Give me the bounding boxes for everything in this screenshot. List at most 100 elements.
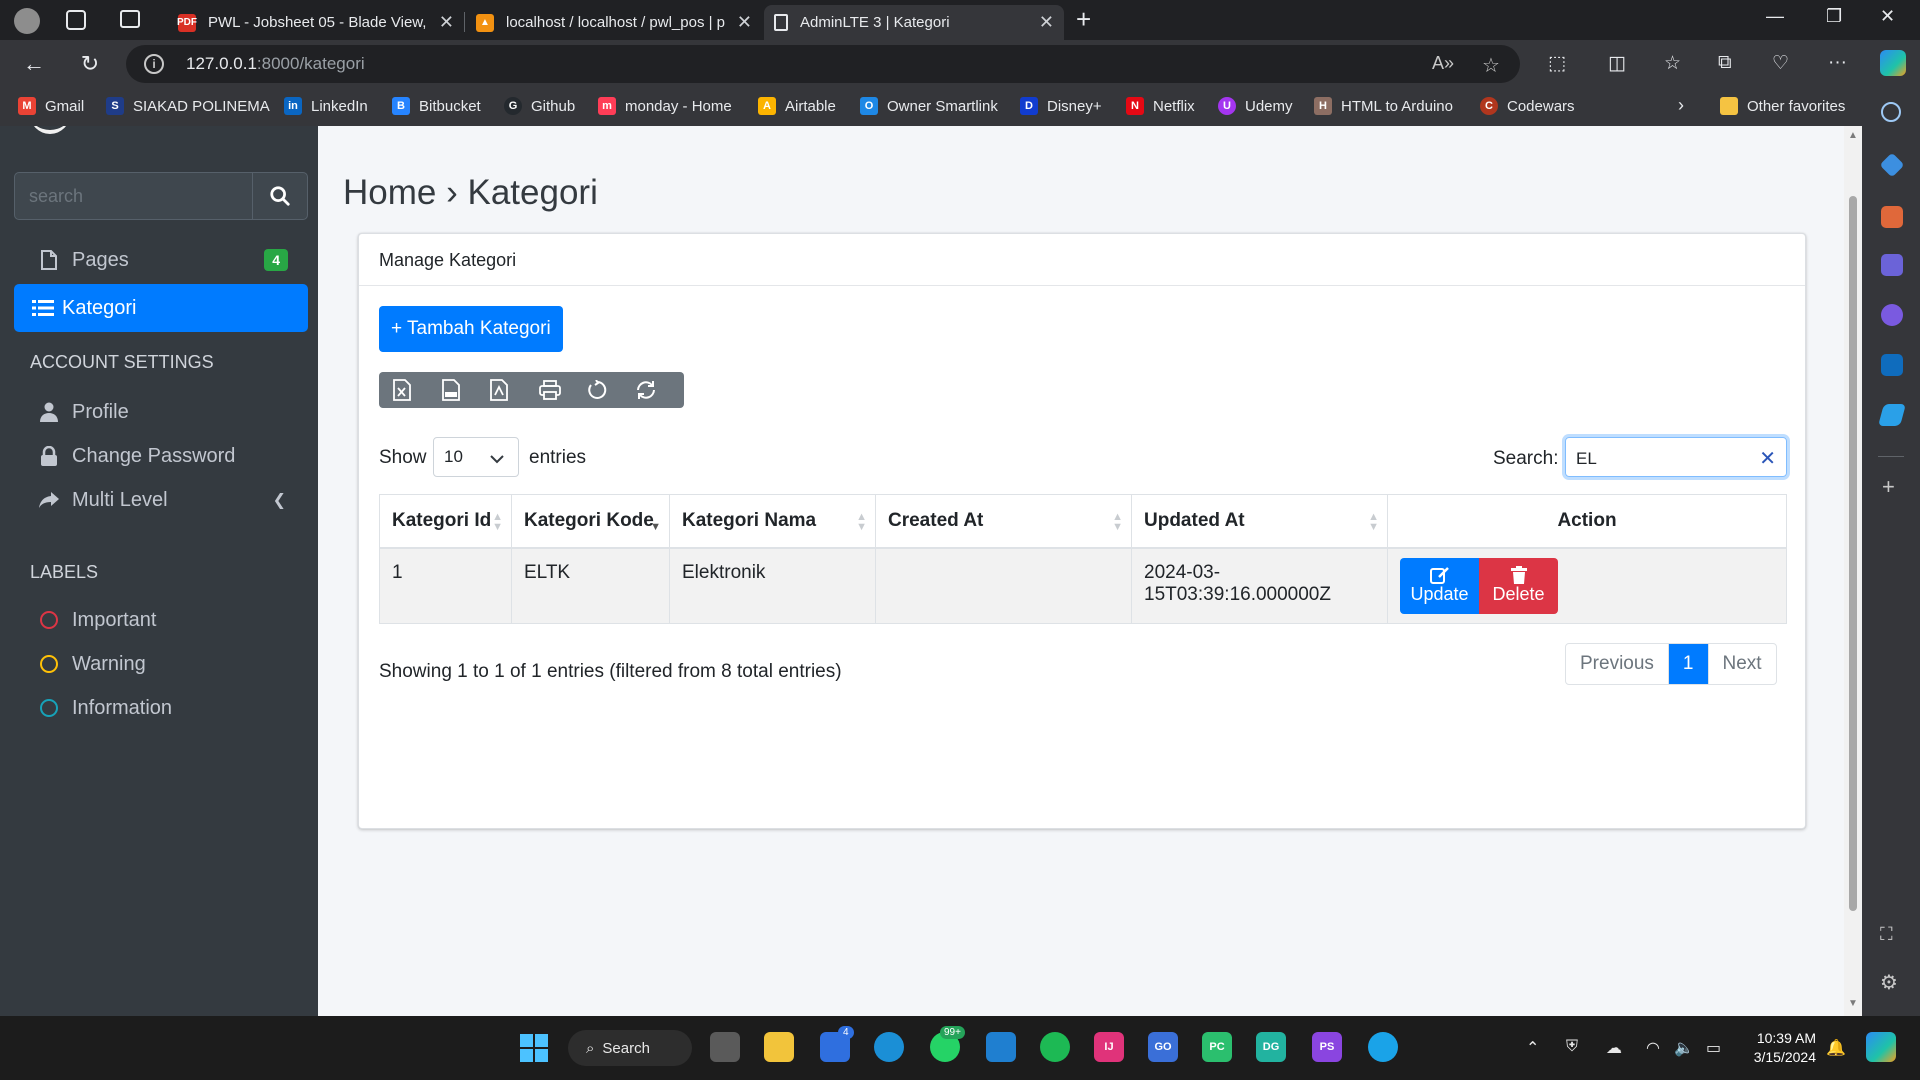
page-length-select[interactable]: 10 — [433, 437, 519, 477]
tools-icon[interactable] — [1881, 206, 1903, 228]
page-scrollbar[interactable]: ▲ ▼ — [1844, 126, 1862, 1016]
collections-icon[interactable]: ⧉ — [1718, 52, 1732, 74]
games-icon[interactable] — [1881, 254, 1903, 276]
volume-icon[interactable]: 🔈 — [1674, 1038, 1694, 1058]
add-sidebar-app-icon[interactable]: + — [1882, 474, 1895, 500]
update-button[interactable]: Update — [1400, 557, 1479, 614]
bookmark-disney[interactable]: D Disney+ — [1020, 97, 1102, 115]
favorites-icon[interactable]: ☆ — [1664, 52, 1681, 75]
sidebar-item-profile[interactable]: Profile — [14, 388, 308, 436]
settings-gear-icon[interactable]: ⚙ — [1880, 970, 1898, 995]
clear-search-icon[interactable]: ✕ — [1759, 446, 1776, 471]
reload-button[interactable] — [636, 380, 685, 400]
pagination-next[interactable]: Next — [1707, 644, 1776, 684]
scrollbar-thumb[interactable] — [1849, 196, 1857, 911]
scroll-up-arrow-icon[interactable]: ▲ — [1848, 130, 1858, 141]
app-icon[interactable] — [1368, 1032, 1398, 1062]
reset-button[interactable] — [587, 380, 636, 400]
add-kategori-button[interactable]: + Tambah Kategori — [379, 306, 563, 352]
intellij-icon[interactable]: IJ — [1094, 1032, 1124, 1062]
bookmark-bitbucket[interactable]: B Bitbucket — [392, 97, 481, 115]
pdf-export-button[interactable] — [490, 379, 539, 401]
phpstorm-icon[interactable]: PS — [1312, 1032, 1342, 1062]
bookmark-other-favorites[interactable]: Other favorites — [1720, 97, 1845, 115]
defender-icon[interactable]: ⛨ — [1566, 1038, 1578, 1056]
favorite-star-icon[interactable]: ☆ — [1482, 53, 1500, 78]
bookmark-airtable[interactable]: A Airtable — [758, 97, 836, 115]
url-text[interactable]: 127.0.0.1:8000/kategori — [186, 54, 365, 74]
breadcrumb-home[interactable]: Home — [343, 173, 436, 212]
sidebar-item-pages[interactable]: Pages 4 — [14, 236, 308, 284]
pagination-page-1[interactable]: 1 — [1667, 644, 1708, 684]
excel-export-button[interactable] — [393, 379, 442, 401]
microsoft-365-icon[interactable] — [1881, 304, 1903, 326]
outlook-icon[interactable] — [1881, 354, 1903, 376]
table-search-input[interactable]: EL ✕ — [1565, 437, 1787, 477]
bookmark-smartlink[interactable]: O Owner Smartlink — [860, 97, 998, 115]
tab-actions-icon[interactable] — [120, 10, 140, 28]
close-icon[interactable]: ✕ — [439, 12, 454, 33]
copilot-icon[interactable] — [1866, 1032, 1896, 1062]
file-explorer-icon[interactable] — [764, 1032, 794, 1062]
pagination-previous[interactable]: Previous — [1566, 644, 1668, 684]
column-header-created-at[interactable]: Created At ▲ ▼ — [875, 494, 1132, 549]
tab-jobsheet[interactable]: PDF PWL - Jobsheet 05 - Blade View, ✕ — [168, 5, 464, 40]
bookmark-codewars[interactable]: C Codewars — [1480, 97, 1575, 115]
browser-essentials-icon[interactable]: ♡ — [1772, 52, 1789, 75]
bookmark-gmail[interactable]: M Gmail — [18, 97, 84, 115]
notification-bell-icon[interactable]: 🔔 — [1826, 1038, 1846, 1058]
read-aloud-icon[interactable]: A» — [1432, 53, 1454, 74]
pycharm-icon[interactable]: PC — [1202, 1032, 1232, 1062]
new-tab-button[interactable]: + — [1076, 4, 1091, 35]
edge-icon[interactable] — [874, 1032, 904, 1062]
vscode-icon[interactable] — [986, 1032, 1016, 1062]
sidebar-search-button[interactable] — [252, 172, 308, 220]
back-button[interactable]: ← — [18, 48, 50, 80]
column-header-updated-at[interactable]: Updated At ▲ ▼ — [1131, 494, 1388, 549]
scroll-down-arrow-icon[interactable]: ▼ — [1848, 998, 1858, 1009]
start-button[interactable] — [520, 1034, 548, 1062]
extensions-icon[interactable]: ⬚ — [1548, 52, 1566, 75]
minimize-button[interactable]: — — [1766, 6, 1784, 27]
close-icon[interactable]: ✕ — [737, 12, 752, 33]
bookmark-monday[interactable]: m monday - Home — [598, 97, 732, 115]
site-info-icon[interactable]: i — [144, 54, 164, 74]
bookmark-html-arduino[interactable]: H HTML to Arduino — [1314, 97, 1453, 115]
print-button[interactable] — [538, 380, 588, 400]
refresh-button[interactable]: ↻ — [74, 48, 106, 80]
bookmark-linkedin[interactable]: in LinkedIn — [284, 97, 368, 115]
sidebar-item-important[interactable]: Important — [14, 596, 308, 644]
drop-icon[interactable] — [1878, 404, 1906, 426]
workspaces-icon[interactable] — [66, 10, 86, 30]
sidebar-search-input[interactable] — [14, 172, 252, 220]
sidebar-item-warning[interactable]: Warning — [14, 640, 308, 688]
task-view-icon[interactable] — [710, 1032, 740, 1062]
column-header-nama[interactable]: Kategori Nama ▲ ▼ — [669, 494, 876, 549]
goland-icon[interactable]: GO — [1148, 1032, 1178, 1062]
close-window-button[interactable]: ✕ — [1880, 6, 1895, 27]
onedrive-icon[interactable]: ☁ — [1606, 1038, 1622, 1058]
more-menu-icon[interactable]: ··· — [1828, 52, 1847, 74]
spotify-icon[interactable] — [1040, 1032, 1070, 1062]
column-header-id[interactable]: Kategori Id ▲ ▼ — [379, 494, 512, 549]
bookmark-siakad[interactable]: S SIAKAD POLINEMA — [106, 97, 270, 115]
bookmark-github[interactable]: G Github — [504, 97, 575, 115]
csv-export-button[interactable] — [441, 379, 491, 401]
sidebar-item-kategori[interactable]: Kategori — [14, 284, 308, 332]
wifi-icon[interactable]: ◠ — [1646, 1038, 1660, 1058]
delete-button[interactable]: Delete — [1479, 557, 1558, 614]
bookmarks-overflow-icon[interactable]: › — [1678, 95, 1684, 116]
tab-kategori[interactable]: AdminLTE 3 | Kategori ✕ — [764, 5, 1064, 40]
bookmark-udemy[interactable]: U Udemy — [1218, 97, 1293, 115]
address-bar[interactable]: i 127.0.0.1:8000/kategori A» ☆ — [126, 45, 1520, 83]
profile-avatar[interactable] — [14, 8, 40, 34]
screenshot-icon[interactable]: ⛶ — [1880, 924, 1893, 945]
split-screen-icon[interactable]: ◫ — [1608, 52, 1626, 75]
sidebar-item-change-password[interactable]: Change Password — [14, 432, 308, 480]
restore-button[interactable]: ❐ — [1826, 6, 1842, 27]
tray-overflow-icon[interactable]: ⌃ — [1526, 1038, 1539, 1058]
sidebar-item-information[interactable]: Information — [14, 684, 308, 732]
shopping-tag-icon[interactable] — [1879, 152, 1905, 178]
battery-icon[interactable]: ▭ — [1706, 1038, 1721, 1058]
datagrip-icon[interactable]: DG — [1256, 1032, 1286, 1062]
